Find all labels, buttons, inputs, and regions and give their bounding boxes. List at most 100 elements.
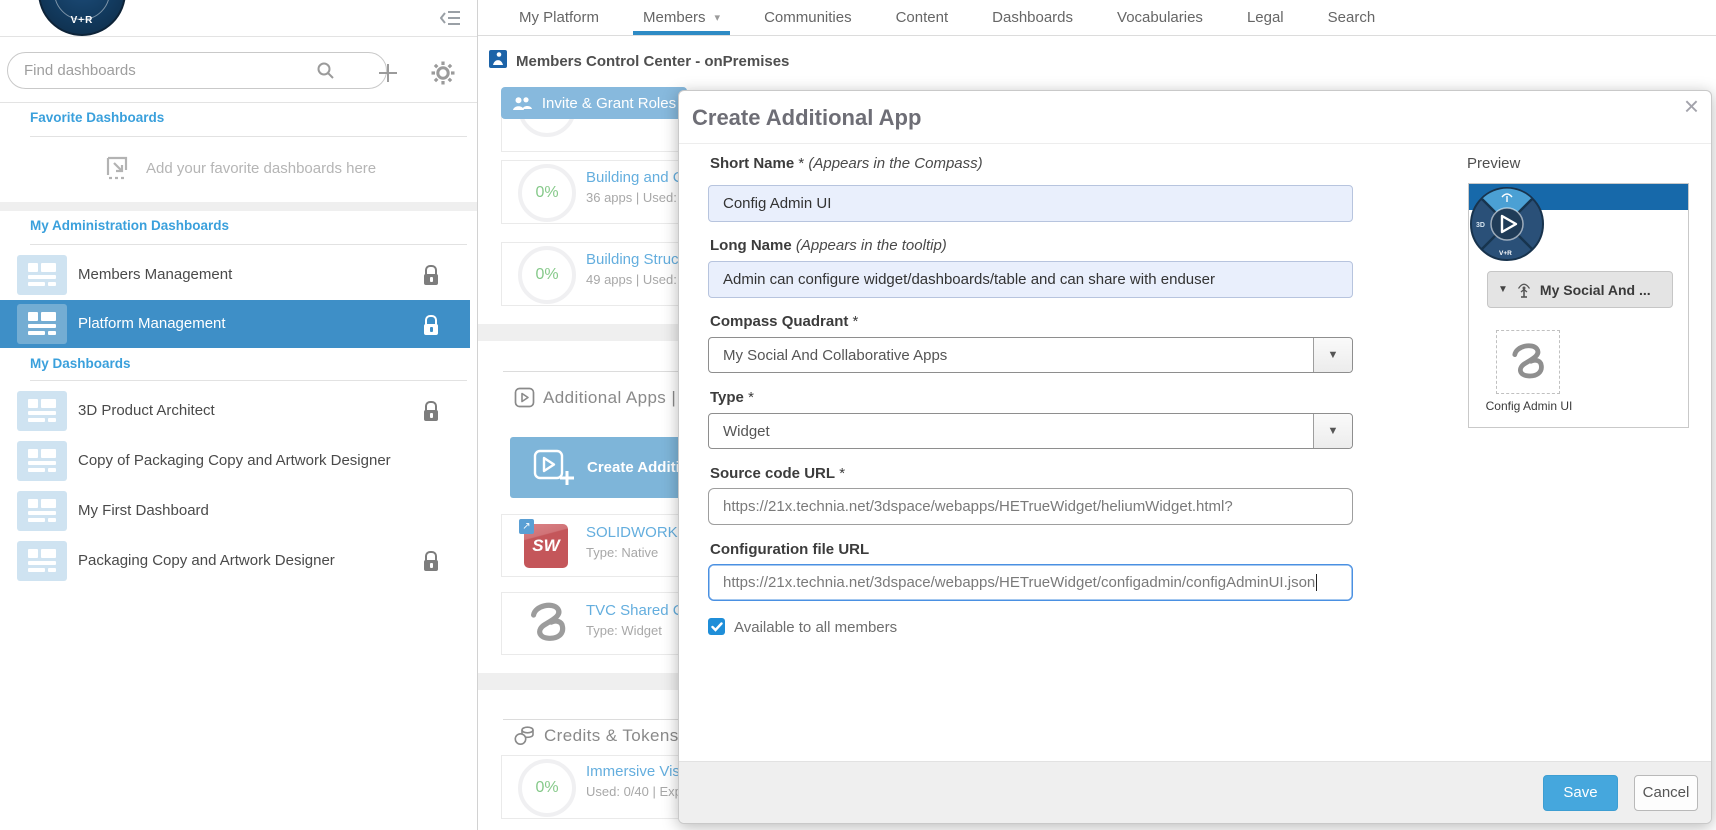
share-badge-icon: ↗ (519, 519, 534, 534)
additional-apps-section-header: Additional Apps | C (514, 387, 694, 408)
sidebar-item-members-management[interactable]: Members Management (0, 252, 470, 298)
ds-logo-icon (524, 600, 572, 646)
dashboard-tile-icon (17, 304, 67, 344)
preview-quadrant-label: My Social And ... (1540, 282, 1651, 298)
credits-tokens-section-header: Credits & Tokens | (514, 725, 689, 746)
sidebar-item-copy-packaging[interactable]: Copy of Packaging Copy and Artwork Desig… (0, 438, 470, 484)
top-navigation: My Platform Members ▾ Communities Conten… (478, 0, 1716, 36)
play-square-icon (514, 387, 535, 408)
dashboard-tile-icon (17, 255, 67, 295)
invite-grant-roles-button[interactable]: Invite & Grant Roles (501, 87, 687, 119)
usage-circle: 0% (518, 164, 576, 222)
tab-members[interactable]: Members ▾ (641, 0, 722, 35)
app-type: Type: Widget (586, 623, 662, 638)
sidebar-item-3d-product-architect[interactable]: 3D Product Architect (0, 388, 470, 434)
compass-icon: 3D V+R (1469, 186, 1545, 262)
logo-vr-label: V+R (40, 15, 124, 26)
license-sub: 36 apps | Used: 0/ (586, 190, 691, 205)
my-dashboards-divider (30, 380, 467, 381)
favorites-empty-text: Add your favorite dashboards here (146, 160, 376, 177)
app-title-link[interactable]: TVC Shared C (586, 602, 684, 619)
tab-legal[interactable]: Legal (1245, 0, 1286, 35)
admin-divider (30, 244, 467, 245)
config-url-label: Configuration file URL (710, 541, 869, 558)
admin-dashboards-heading: My Administration Dashboards (30, 218, 229, 233)
credit-title-link[interactable]: Immersive Visu (586, 763, 688, 780)
config-url-field[interactable]: https://21x.technia.net/3dspace/webapps/… (708, 564, 1353, 601)
tab-vocabularies[interactable]: Vocabularies (1115, 0, 1205, 35)
type-label: Type * (710, 389, 754, 406)
dropdown-arrow-icon: ▼ (1498, 284, 1508, 295)
usage-circle: 0% (518, 246, 576, 304)
favorites-empty-hint: Add your favorite dashboards here (104, 148, 376, 188)
lock-icon (424, 324, 438, 335)
favorites-divider (30, 136, 467, 137)
app-type: Type: Native (586, 545, 658, 560)
tab-content[interactable]: Content (894, 0, 951, 35)
sidebar-item-platform-management[interactable]: Platform Management (0, 300, 470, 348)
collapse-panel-icon[interactable] (440, 8, 462, 28)
modal-footer: Save Cancel (679, 761, 1711, 823)
short-name-label: Short Name * (Appears in the Compass) (710, 155, 983, 172)
short-name-field[interactable]: Config Admin UI (708, 185, 1353, 222)
tab-communities[interactable]: Communities (762, 0, 854, 35)
create-app-icon (533, 449, 575, 487)
preview-app-caption: Config Admin UI (1483, 400, 1575, 413)
sidebar-search-divider (0, 102, 477, 103)
add-favorite-icon (104, 154, 134, 182)
dashboard-tile-icon (17, 541, 67, 581)
add-dashboard-icon[interactable] (378, 63, 398, 83)
modal-header-divider (679, 143, 1711, 144)
sidebar: V+R Favorite Dashboards (0, 0, 478, 830)
preview-quadrant-button[interactable]: ▼ My Social And ... (1487, 271, 1673, 308)
sidebar-top-divider (0, 36, 477, 37)
dashboard-tile-icon (17, 491, 67, 531)
dropdown-arrow-icon[interactable]: ▼ (1313, 338, 1352, 372)
dropdown-arrow-icon[interactable]: ▼ (1313, 414, 1352, 448)
lock-icon (424, 274, 438, 285)
cancel-button[interactable]: Cancel (1634, 775, 1698, 811)
dashboard-tile-icon (17, 441, 67, 481)
tab-my-platform[interactable]: My Platform (517, 0, 601, 35)
long-name-field[interactable]: Admin can configure widget/dashboards/ta… (708, 261, 1353, 298)
gear-icon[interactable] (430, 60, 456, 86)
close-icon[interactable]: × (1684, 93, 1699, 119)
type-select[interactable]: Widget ▼ (708, 413, 1353, 449)
coins-icon (514, 725, 536, 746)
license-title-link[interactable]: Building Struct (586, 251, 683, 268)
dashboard-tile-icon (17, 391, 67, 431)
create-additional-app-modal: Create Additional App × Short Name * (Ap… (678, 90, 1712, 824)
antenna-icon (1516, 281, 1532, 299)
tab-search[interactable]: Search (1326, 0, 1378, 35)
usage-circle: 0% (518, 759, 576, 817)
source-url-label: Source code URL * (710, 465, 845, 482)
chevron-down-icon: ▾ (715, 11, 721, 24)
3dexperience-compass-logo[interactable]: V+R (38, 0, 126, 36)
search-icon[interactable] (316, 61, 336, 81)
app-window: V+R Favorite Dashboards (0, 0, 1716, 830)
svg-text:3D: 3D (1476, 222, 1485, 229)
lock-icon (424, 410, 438, 421)
compass-quadrant-select[interactable]: My Social And Collaborative Apps ▼ (708, 337, 1353, 373)
modal-title: Create Additional App (692, 105, 921, 131)
license-title-link[interactable]: Building and C (586, 169, 684, 186)
license-sub: 49 apps | Used: 0/ (586, 272, 691, 287)
check-icon (711, 622, 723, 632)
save-button[interactable]: Save (1543, 775, 1618, 811)
svg-text:V+R: V+R (1499, 250, 1512, 257)
sidebar-section-band (0, 202, 477, 211)
available-checkbox-label[interactable]: Available to all members (734, 619, 897, 636)
page-title: Members Control Center - onPremises (516, 53, 789, 70)
text-cursor (1316, 574, 1317, 591)
members-control-center-icon (489, 50, 507, 68)
preview-heading: Preview (1467, 155, 1520, 172)
available-checkbox[interactable] (708, 618, 725, 635)
source-url-field[interactable]: https://21x.technia.net/3dspace/webapps/… (708, 488, 1353, 525)
sidebar-item-my-first-dashboard[interactable]: My First Dashboard (0, 488, 470, 534)
people-icon (512, 96, 533, 111)
tab-dashboards[interactable]: Dashboards (990, 0, 1075, 35)
preview-app-slot (1496, 330, 1560, 394)
sidebar-item-packaging-designer[interactable]: Packaging Copy and Artwork Designer (0, 538, 470, 584)
app-title-link[interactable]: SOLIDWORKS (586, 524, 688, 541)
lock-icon (424, 560, 438, 571)
